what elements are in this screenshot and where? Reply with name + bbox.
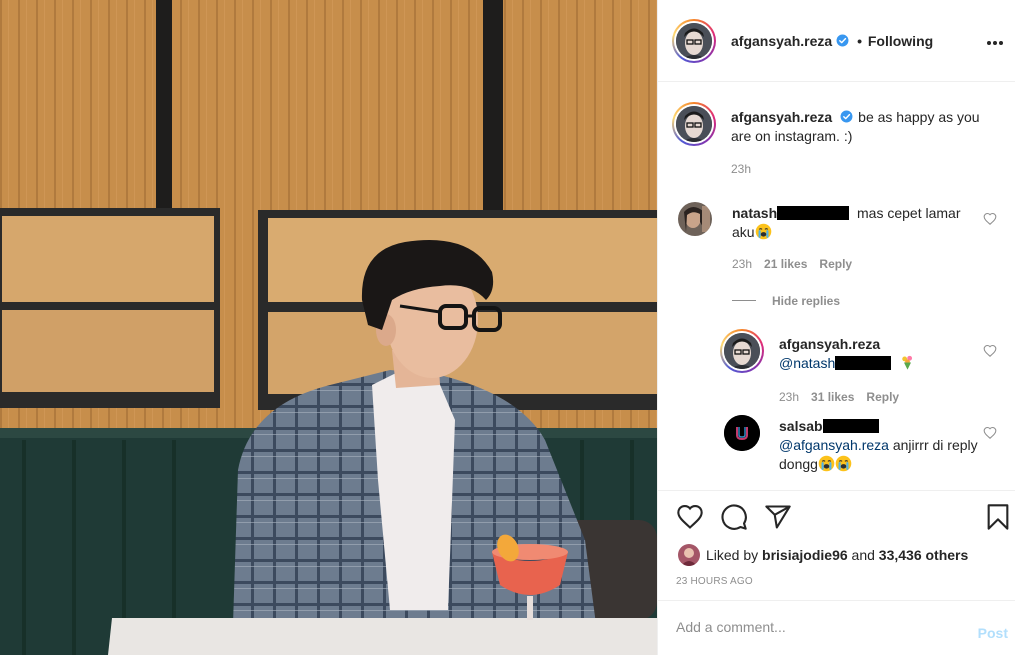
more-options-icon[interactable] <box>986 32 1008 50</box>
crying-face-emoji <box>835 455 852 472</box>
crying-face-emoji <box>818 455 835 472</box>
reply-time: 23h <box>779 390 800 404</box>
reply-like-heart-icon[interactable] <box>983 344 997 358</box>
post-image <box>0 0 657 655</box>
reply-meta: 23h 31 likes Reply <box>779 390 899 404</box>
liked-by-line: Liked by brisiajodie96 and 33,436 others <box>678 544 968 566</box>
comment-likes[interactable]: 21 likes <box>764 257 807 271</box>
post-photo[interactable] <box>0 0 657 655</box>
reply-likes[interactable]: 31 likes <box>811 390 854 404</box>
reply-button[interactable]: Reply <box>866 390 899 404</box>
author-avatar-image <box>676 23 712 59</box>
reply-avatar[interactable] <box>720 329 764 373</box>
bookmark-icon[interactable] <box>984 503 1012 531</box>
comment-time: 23h <box>732 257 753 271</box>
reply-item: afgansyah.reza @natash 23h 31 likes Reply <box>720 327 1010 407</box>
reply-avatar-image <box>724 333 760 369</box>
comment-text-block: natash mas cepet lamar aku <box>732 204 972 242</box>
reply-text-block: afgansyah.reza @natash <box>779 335 979 373</box>
comment-item: natash mas cepet lamar aku 23h 21 likes Re… <box>678 202 1008 272</box>
reply-avatar-image <box>724 415 760 451</box>
liker-avatar[interactable] <box>678 544 700 566</box>
caption-avatar-image <box>676 106 712 142</box>
reply-text-block: salsab @afgansyah.reza anjirrr di reply … <box>779 417 979 474</box>
redacted-block <box>777 206 850 220</box>
heart-icon[interactable] <box>676 503 704 531</box>
verified-badge-icon <box>840 110 853 123</box>
caption-avatar[interactable] <box>672 102 716 146</box>
redacted-block <box>822 419 879 433</box>
hide-replies-label: Hide replies <box>772 294 841 308</box>
caption-time: 23h <box>731 162 752 176</box>
liked-by-prefix: Liked by <box>706 547 759 563</box>
add-comment-bar: Post <box>658 600 1015 655</box>
post-sidebar: afgansyah.reza • Following afgansyah.rez… <box>657 0 1015 655</box>
comment-icon[interactable] <box>720 503 748 531</box>
following-button[interactable]: Following <box>868 33 933 49</box>
commenter-avatar-image <box>678 202 712 236</box>
reply-item: salsab @afgansyah.reza anjirrr di reply … <box>724 415 1014 490</box>
author-avatar[interactable] <box>672 19 716 63</box>
liker-avatar-image <box>678 544 700 566</box>
author-username[interactable]: afgansyah.reza <box>731 33 832 49</box>
post-timestamp[interactable]: 23 HOURS AGO <box>676 576 753 587</box>
reply-mention[interactable]: @natash <box>779 355 892 371</box>
reply-like-heart-icon[interactable] <box>983 426 997 440</box>
reply-username[interactable]: afgansyah.reza <box>779 336 880 352</box>
reply-username[interactable]: salsab <box>779 418 879 434</box>
bouquet-emoji <box>902 355 913 370</box>
liker-username[interactable]: brisiajodie96 <box>762 547 848 563</box>
redacted-block <box>835 356 892 370</box>
verified-badge-icon <box>836 34 849 47</box>
commenter-avatar[interactable] <box>678 202 712 236</box>
comment-like-heart-icon[interactable] <box>983 212 997 226</box>
liked-by-connector: and <box>851 547 875 563</box>
comment-meta: 23h 21 likes Reply <box>732 257 852 271</box>
hide-replies-button[interactable]: Hide replies <box>732 294 840 308</box>
caption-username[interactable]: afgansyah.reza <box>731 109 832 125</box>
likes-others-count[interactable]: 33,436 others <box>879 547 969 563</box>
post-actions: Liked by brisiajodie96 and 33,436 others… <box>658 490 1015 600</box>
caption-text-block: afgansyah.reza be as happy as you are on … <box>731 108 999 146</box>
reply-mention[interactable]: @afgansyah.reza <box>779 437 889 453</box>
comment-input[interactable] <box>676 619 946 635</box>
hide-replies-line <box>732 300 756 301</box>
comments-list[interactable]: afgansyah.reza be as happy as you are on … <box>658 82 1015 490</box>
post-comment-button[interactable]: Post <box>978 625 1008 641</box>
author-line: afgansyah.reza • Following <box>731 33 933 49</box>
share-icon[interactable] <box>764 503 792 531</box>
follow-separator: • <box>857 33 862 49</box>
commenter-username[interactable]: natash <box>732 205 850 221</box>
reply-button[interactable]: Reply <box>819 257 852 271</box>
reply-avatar[interactable] <box>724 415 760 451</box>
crying-face-emoji <box>755 223 771 240</box>
post-header: afgansyah.reza • Following <box>658 0 1015 82</box>
